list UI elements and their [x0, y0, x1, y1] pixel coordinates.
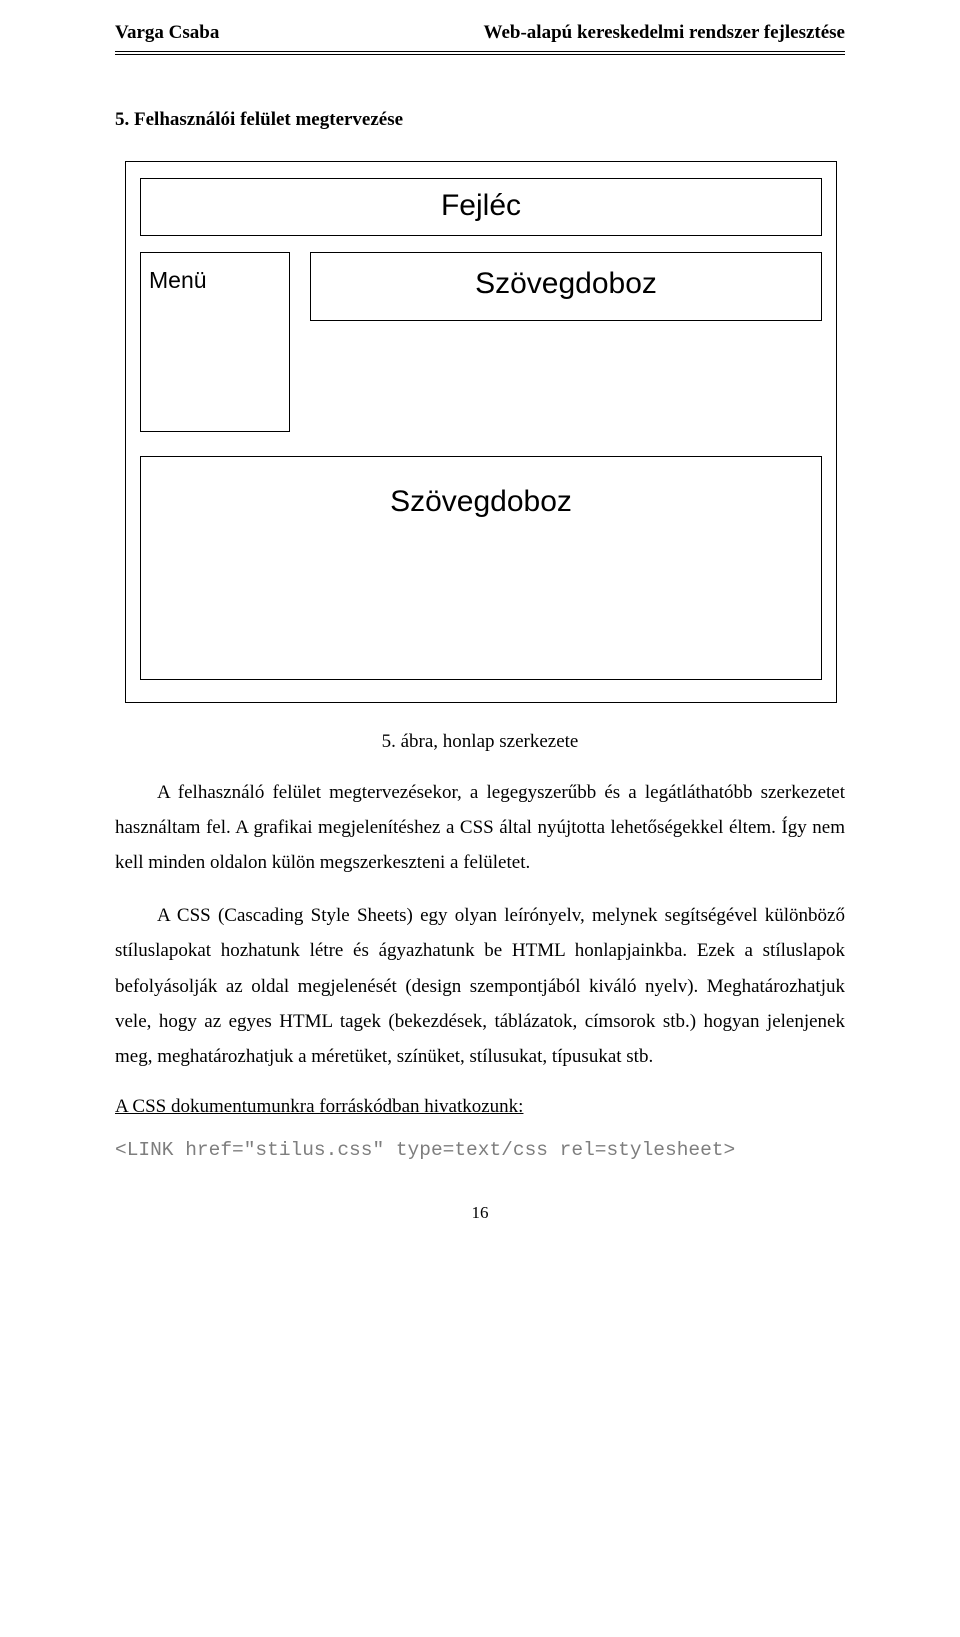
wireframe-textbox-top: Szövegdoboz — [310, 252, 822, 321]
wireframe-textbox-big-label: Szövegdoboz — [390, 479, 572, 679]
wireframe-menu-box: Menü — [140, 252, 290, 432]
section-heading: 5. Felhasználói felület megtervezése — [115, 105, 845, 134]
wireframe-header-box: Fejléc — [140, 178, 822, 237]
header-title: Web-alapú kereskedelmi rendszer fejleszt… — [484, 18, 845, 47]
css-reference-line: A CSS dokumentumunkra forráskódban hivat… — [115, 1092, 845, 1121]
wireframe-right-column: Szövegdoboz — [310, 252, 822, 432]
page-number: 16 — [115, 1200, 845, 1226]
paragraph-2: A CSS (Cascading Style Sheets) egy olyan… — [115, 898, 845, 1074]
header-author: Varga Csaba — [115, 18, 219, 47]
running-header: Varga Csaba Web-alapú kereskedelmi rends… — [115, 18, 845, 52]
code-snippet: <LINK href="stilus.css" type=text/css re… — [115, 1135, 845, 1165]
figure-caption: 5. ábra, honlap szerkezete — [115, 727, 845, 756]
header-underline — [115, 54, 845, 55]
wireframe-row: Menü Szövegdoboz — [140, 252, 822, 432]
layout-wireframe: Fejléc Menü Szövegdoboz Szövegdoboz — [125, 161, 837, 704]
paragraph-1: A felhasználó felület megtervezésekor, a… — [115, 775, 845, 880]
wireframe-textbox-big: Szövegdoboz — [140, 456, 822, 680]
page: Varga Csaba Web-alapú kereskedelmi rends… — [0, 0, 960, 1266]
